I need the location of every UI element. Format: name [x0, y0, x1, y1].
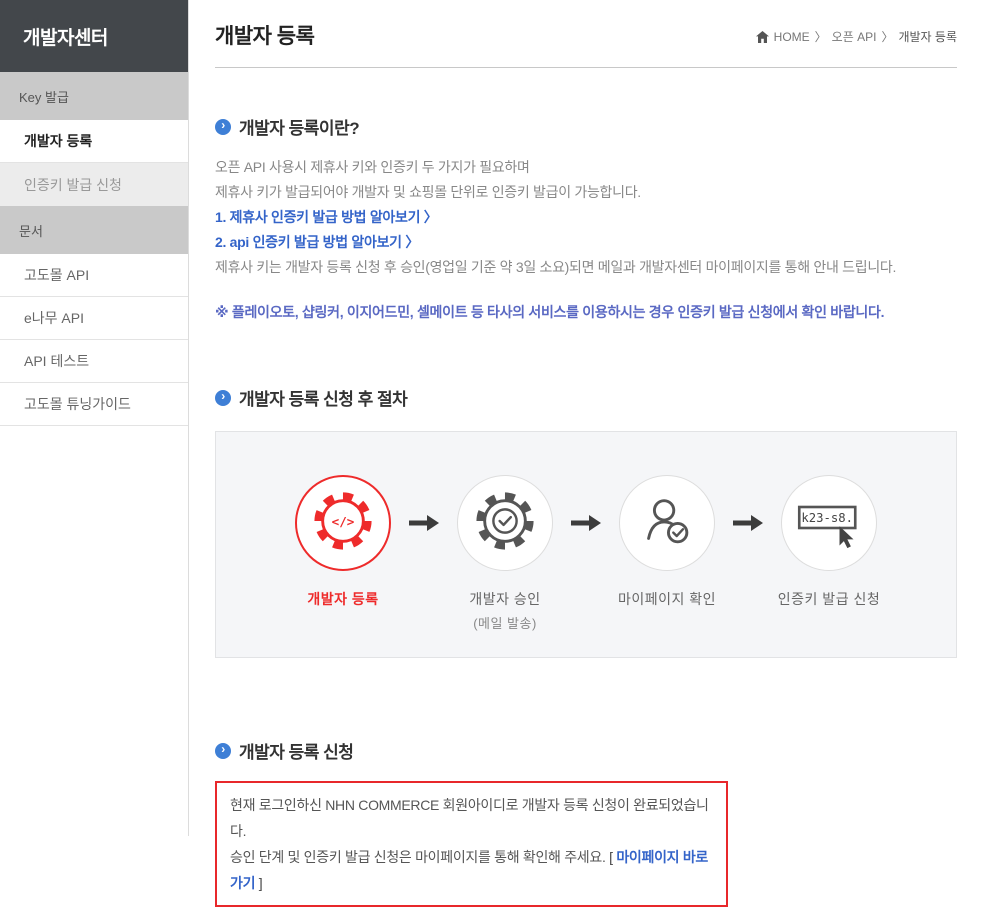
- sidebar-item-godomall-api[interactable]: 고도몰 API: [0, 254, 188, 297]
- sidebar-item-authkey-request[interactable]: 인증키 발급 신청: [0, 163, 188, 206]
- step-developer-approval: 개발자 승인 (메일 발송): [457, 475, 553, 632]
- step-label: 인증키 발급 신청: [777, 591, 881, 607]
- sidebar-section-docs: 문서: [0, 206, 188, 254]
- bracket-open: [: [609, 849, 613, 865]
- registration-complete-box: 현재 로그인하신 NHN COMMERCE 회원아이디로 개발자 등록 신청이 …: [215, 781, 728, 907]
- step-label: 개발자 등록: [307, 591, 379, 607]
- home-icon[interactable]: [755, 30, 769, 43]
- section-heading: 개발자 등록 신청 후 절차: [215, 385, 957, 410]
- section-heading-text: 개발자 등록이란?: [239, 119, 360, 138]
- sidebar-item-godomall-tuning-guide[interactable]: 고도몰 튜닝가이드: [0, 383, 188, 426]
- section-bullet-icon: [215, 742, 231, 759]
- breadcrumb-open-api[interactable]: 오픈 API: [832, 28, 877, 45]
- breadcrumb-separator: 〉: [881, 30, 894, 44]
- step-circle: k23-s8.: [781, 475, 877, 571]
- step-label: 마이페이지 확인: [617, 591, 717, 607]
- key-box-icon-text: k23-s8.: [801, 510, 853, 524]
- approval-note: 제휴사 키는 개발자 등록 신청 후 승인(영업일 기준 약 3일 소요)되면 …: [215, 259, 897, 275]
- sidebar-section-key-issuance: Key 발급: [0, 72, 188, 120]
- step-authkey-request: k23-s8. 인증키 발급 신청: [777, 475, 881, 609]
- arrow-right-icon: [391, 515, 457, 531]
- page-header: 개발자 등록 HOME 〉 오픈 API 〉 개발자 등록: [215, 0, 957, 68]
- api-authkey-guide-link[interactable]: 2. api 인증키 발급 방법 알아보기 〉: [215, 230, 957, 255]
- sidebar-item-developer-registration[interactable]: 개발자 등록: [0, 120, 188, 163]
- mypage-message-text: 승인 단계 및 인증키 발급 신청은 마이페이지를 통해 확인해 주세요.: [230, 849, 606, 865]
- section-heading: 개발자 등록이란?: [215, 114, 957, 139]
- key-box-icon: k23-s8.: [794, 490, 864, 557]
- section-bullet-icon: [215, 118, 231, 135]
- breadcrumb-home[interactable]: HOME: [774, 30, 810, 44]
- breadcrumb-separator: 〉: [814, 30, 827, 44]
- section-registration-process: 개발자 등록 신청 후 절차 </> 개발자 등록: [215, 385, 957, 658]
- intro-line: 오픈 API 사용시 제휴사 키와 인증키 두 가지가 필요하며: [215, 159, 530, 175]
- section-heading-text: 개발자 등록 신청 후 절차: [239, 390, 408, 409]
- step-circle: [457, 475, 553, 571]
- person-check-icon: [636, 490, 698, 557]
- section-heading-text: 개발자 등록 신청: [239, 743, 354, 762]
- sidebar: 개발자센터 Key 발급 개발자 등록 인증키 발급 신청 문서 고도몰 API…: [0, 0, 189, 836]
- mypage-message: 승인 단계 및 인증키 발급 신청은 마이페이지를 통해 확인해 주세요. [ …: [230, 844, 713, 896]
- section-what-is-registration: 개발자 등록이란? 오픈 API 사용시 제휴사 키와 인증키 두 가지가 필요…: [215, 114, 957, 325]
- gear-code-icon: </>: [312, 490, 374, 557]
- section-registration-request: 개발자 등록 신청 현재 로그인하신 NHN COMMERCE 회원아이디로 개…: [215, 738, 957, 907]
- page-title: 개발자 등록: [215, 25, 315, 48]
- arrow-right-icon: [553, 515, 619, 531]
- gear-code-icon-text: </>: [332, 513, 355, 528]
- sidebar-title: 개발자센터: [0, 0, 188, 72]
- step-mypage-check: 마이페이지 확인: [617, 475, 717, 609]
- complete-message: 현재 로그인하신 NHN COMMERCE 회원아이디로 개발자 등록 신청이 …: [230, 797, 709, 839]
- arrow-right-icon: [715, 515, 781, 531]
- partner-authkey-guide-link[interactable]: 1. 제휴사 인증키 발급 방법 알아보기 〉: [215, 205, 957, 230]
- step-developer-registration: </> 개발자 등록: [295, 475, 391, 609]
- breadcrumb: HOME 〉 오픈 API 〉 개발자 등록: [755, 28, 957, 45]
- process-diagram: </> 개발자 등록 개발자 승인 (메일 발송) 마이페이지 확인 k23-s…: [215, 431, 957, 658]
- section-bullet-icon: [215, 389, 231, 406]
- gear-check-icon: [474, 490, 536, 557]
- step-sublabel: (메일 발송): [473, 616, 537, 631]
- bracket-close: ]: [258, 875, 263, 891]
- section-heading: 개발자 등록 신청: [215, 738, 957, 763]
- sidebar-item-enamu-api[interactable]: e나무 API: [0, 297, 188, 340]
- step-circle: </>: [295, 475, 391, 571]
- third-party-warning: ※ 플레이오토, 샵링커, 이지어드민, 셀메이트 등 타사의 서비스를 이용하…: [215, 304, 885, 320]
- intro-line: 제휴사 키가 발급되어야 개발자 및 쇼핑몰 단위로 인증키 발급이 가능합니다…: [215, 184, 641, 200]
- breadcrumb-current: 개발자 등록: [898, 30, 957, 44]
- sidebar-item-api-test[interactable]: API 테스트: [0, 340, 188, 383]
- main-content: 개발자 등록 HOME 〉 오픈 API 〉 개발자 등록 개발자 등록이란? …: [190, 0, 984, 907]
- step-circle: [619, 475, 715, 571]
- step-label: 개발자 승인: [469, 591, 541, 607]
